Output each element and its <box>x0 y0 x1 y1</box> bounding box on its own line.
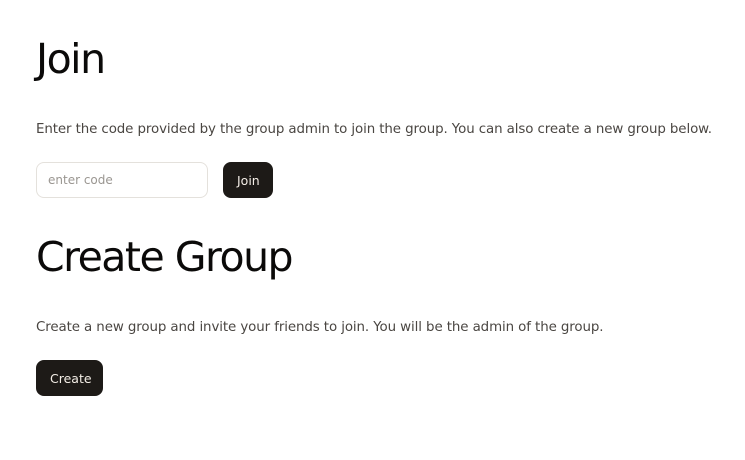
create-group-title: Create Group <box>36 233 294 281</box>
join-description: Enter the code provided by the group adm… <box>36 122 712 137</box>
join-button[interactable]: Join <box>223 162 273 198</box>
join-title: Join <box>36 35 106 83</box>
create-group-description: Create a new group and invite your frien… <box>36 320 604 335</box>
page: Join Enter the code provided by the grou… <box>0 0 745 460</box>
group-code-input[interactable] <box>36 162 208 198</box>
create-group-button[interactable]: Create <box>36 360 103 396</box>
